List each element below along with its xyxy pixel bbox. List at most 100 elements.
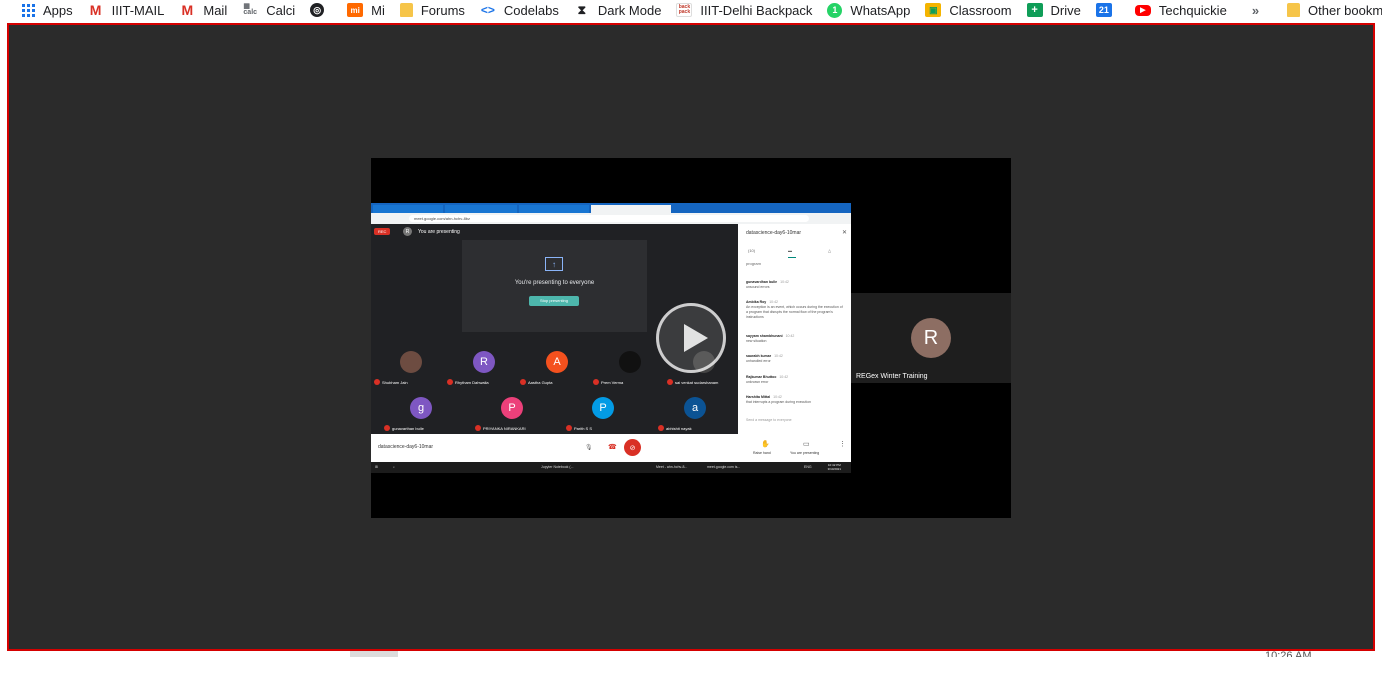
taskbar-tab[interactable] (350, 651, 398, 657)
taskbar-item: Meet - ahn-hchv-8... (656, 465, 688, 469)
chat-message: Rajkumar Bhuttoo 10:42 unknown error (746, 375, 844, 385)
taskbar-clock: 10:42 PM 3/10/2021 (828, 463, 841, 471)
play-button[interactable] (656, 303, 726, 373)
bookmark-classroom[interactable]: ▣ Classroom (917, 0, 1018, 20)
chat-timestamp: 10:42 (773, 395, 782, 399)
inner-taskbar: ⊞ ⌕ Jupyter Notebook (... Meet - ahn-hch… (371, 462, 851, 473)
bookmark-label: Mail (203, 2, 228, 18)
bookmark-iiit-mail[interactable]: M IIIT-MAIL (80, 0, 172, 20)
gmail-icon: M (89, 2, 102, 18)
whatsapp-icon: 1 (827, 2, 843, 18)
participant-name-label: Rhytham Dahwalia (455, 379, 489, 385)
avatar: a (684, 397, 706, 419)
participant-tile: A Aastha Gupta (517, 351, 597, 385)
bookmark-techquickie[interactable]: ▶ Techquickie (1127, 0, 1234, 20)
bookmark-mail[interactable]: M Mail (171, 0, 234, 20)
chat-timestamp: 10:42 (774, 354, 783, 358)
youtube-icon: ▶ (1134, 4, 1151, 16)
windows-icon: ⊞ (375, 465, 378, 469)
bookmark-forums[interactable]: Forums (392, 0, 472, 20)
system-clock: 10:26 AM (1265, 651, 1312, 657)
presenting-card: ↑ You're presenting to everyone Stop pre… (462, 240, 647, 332)
bookmark-dark-mode[interactable]: ⧗ Dark Mode (566, 0, 669, 20)
chat-panel: datascience-day6-10mar ✕ (10) ▬ △ progra… (738, 224, 851, 434)
mic-muted-icon (384, 425, 390, 431)
chat-sender-name: gunavardhan bulle (746, 280, 778, 284)
bookmark-drive[interactable]: + Drive (1019, 0, 1088, 20)
participant-tile: P Parith S S (563, 397, 643, 431)
avatar: R (473, 351, 495, 373)
bookmark-label: Apps (43, 2, 73, 18)
calc-icon: ▦ calc (243, 3, 258, 16)
shared-screen: meet.google.com/ahn-hchv-8bz REC R You a… (371, 203, 851, 473)
bookmark-backpack[interactable]: back pack IIIT-Delhi Backpack (668, 0, 819, 20)
participant-name-label: abhishit nayak (666, 425, 692, 431)
chat-sender-name: Harshita Mittal (746, 395, 771, 399)
more-options-icon: ⋮ (839, 441, 846, 448)
bookmark-label: WhatsApp (850, 2, 911, 18)
mic-muted-icon (374, 379, 380, 385)
participant-name-label: Parith S S (574, 425, 593, 431)
taskbar-item: meet.google.com is... (707, 465, 741, 469)
bookmark-label: IIIT-Delhi Backpack (700, 2, 813, 18)
chat-text: unhandled error (746, 359, 771, 363)
chat-text: new situation (746, 339, 767, 343)
bookmark-apps[interactable]: Apps (0, 0, 80, 20)
more-bookmarks-chevron[interactable]: » (1252, 3, 1267, 18)
chat-sender-name: sayyam shambhunani (746, 334, 783, 338)
participant-name: Shubham Jain (371, 379, 451, 385)
mic-muted-icon (520, 379, 526, 385)
bookmark-other[interactable]: Other bookmarks (1279, 0, 1382, 20)
taskbar-item: Jupyter Notebook (... (541, 465, 574, 469)
inner-url: meet.google.com/ahn-hchv-8bz (409, 215, 809, 222)
participant-name-label: sai venkat sudarshanam (675, 379, 719, 385)
bookmark-label: Classroom (949, 2, 1012, 18)
taskbar-date: 3/10/2021 (827, 467, 841, 471)
bookmark-label: Techquickie (1158, 2, 1227, 18)
participant-tile: Prem Verma (590, 351, 670, 385)
participant-name: gunavarthan bulle (381, 425, 461, 431)
video-player[interactable]: meet.google.com/ahn-hchv-8bz REC R You a… (371, 158, 1011, 518)
bookmark-label: IIIT-MAIL (111, 2, 165, 18)
bookmark-calendar[interactable]: 21 (1088, 0, 1127, 20)
gmail-icon: M (181, 2, 194, 18)
mic-muted-icon (447, 379, 453, 385)
meet-bottom-bar: datascience-day6-10mar 🎙 ☎ ⊘ ✋ Raise han… (371, 434, 851, 462)
bookmark-codelabs[interactable]: <> Codelabs (472, 0, 566, 20)
bookmark-globe[interactable]: ◎ (302, 0, 339, 20)
participant-name: PRIYANKA NIRANKARI (472, 425, 552, 431)
mic-muted-icon (593, 379, 599, 385)
participant-name: abhishit nayak (655, 425, 735, 431)
chat-timestamp: 10:42 (769, 300, 778, 304)
participant-name: Parith S S (563, 425, 643, 431)
play-icon (684, 324, 708, 352)
avatar: R (403, 227, 412, 236)
avatar: R (911, 318, 951, 358)
rec-badge: REC (374, 228, 391, 235)
avatar: g (410, 397, 432, 419)
drive-icon: + (1026, 3, 1043, 17)
bookmark-whatsapp[interactable]: 1 WhatsApp (819, 0, 917, 20)
chat-timestamp: 10:42 (785, 334, 795, 338)
chat-sender-name: saurabh kumar (746, 354, 772, 358)
bookmark-calci[interactable]: ▦ calc Calci (234, 0, 302, 20)
folder-icon (1287, 3, 1301, 17)
chat-message: gunavardhan bulle 10:42 unsound errors (746, 280, 844, 290)
backpack-icon: back pack (676, 3, 693, 17)
recording-region: meet.google.com/ahn-hchv-8bz REC R You a… (7, 23, 1375, 651)
inner-tab (373, 205, 443, 213)
presenting-status: You are presenting (790, 451, 820, 455)
chat-sender-name: Ambika Roy (746, 300, 767, 304)
chat-message: Ambika Roy 10:42 An exception is an event,… (746, 300, 844, 320)
bookmark-label: Calci (266, 2, 296, 18)
participant-tile: P PRIYANKA NIRANKARI (472, 397, 552, 431)
bookmark-mi[interactable]: mi Mi (339, 0, 392, 20)
apps-grid-icon (22, 3, 35, 17)
raise-hand-label: Raise hand (753, 451, 771, 455)
mic-icon: 🎙 (585, 445, 593, 451)
avatar: P (592, 397, 614, 419)
people-tab: (10) (748, 248, 756, 253)
bookmark-label: Dark Mode (597, 2, 662, 18)
inner-address-bar: meet.google.com/ahn-hchv-8bz (371, 213, 851, 224)
mi-icon: mi (347, 3, 364, 17)
